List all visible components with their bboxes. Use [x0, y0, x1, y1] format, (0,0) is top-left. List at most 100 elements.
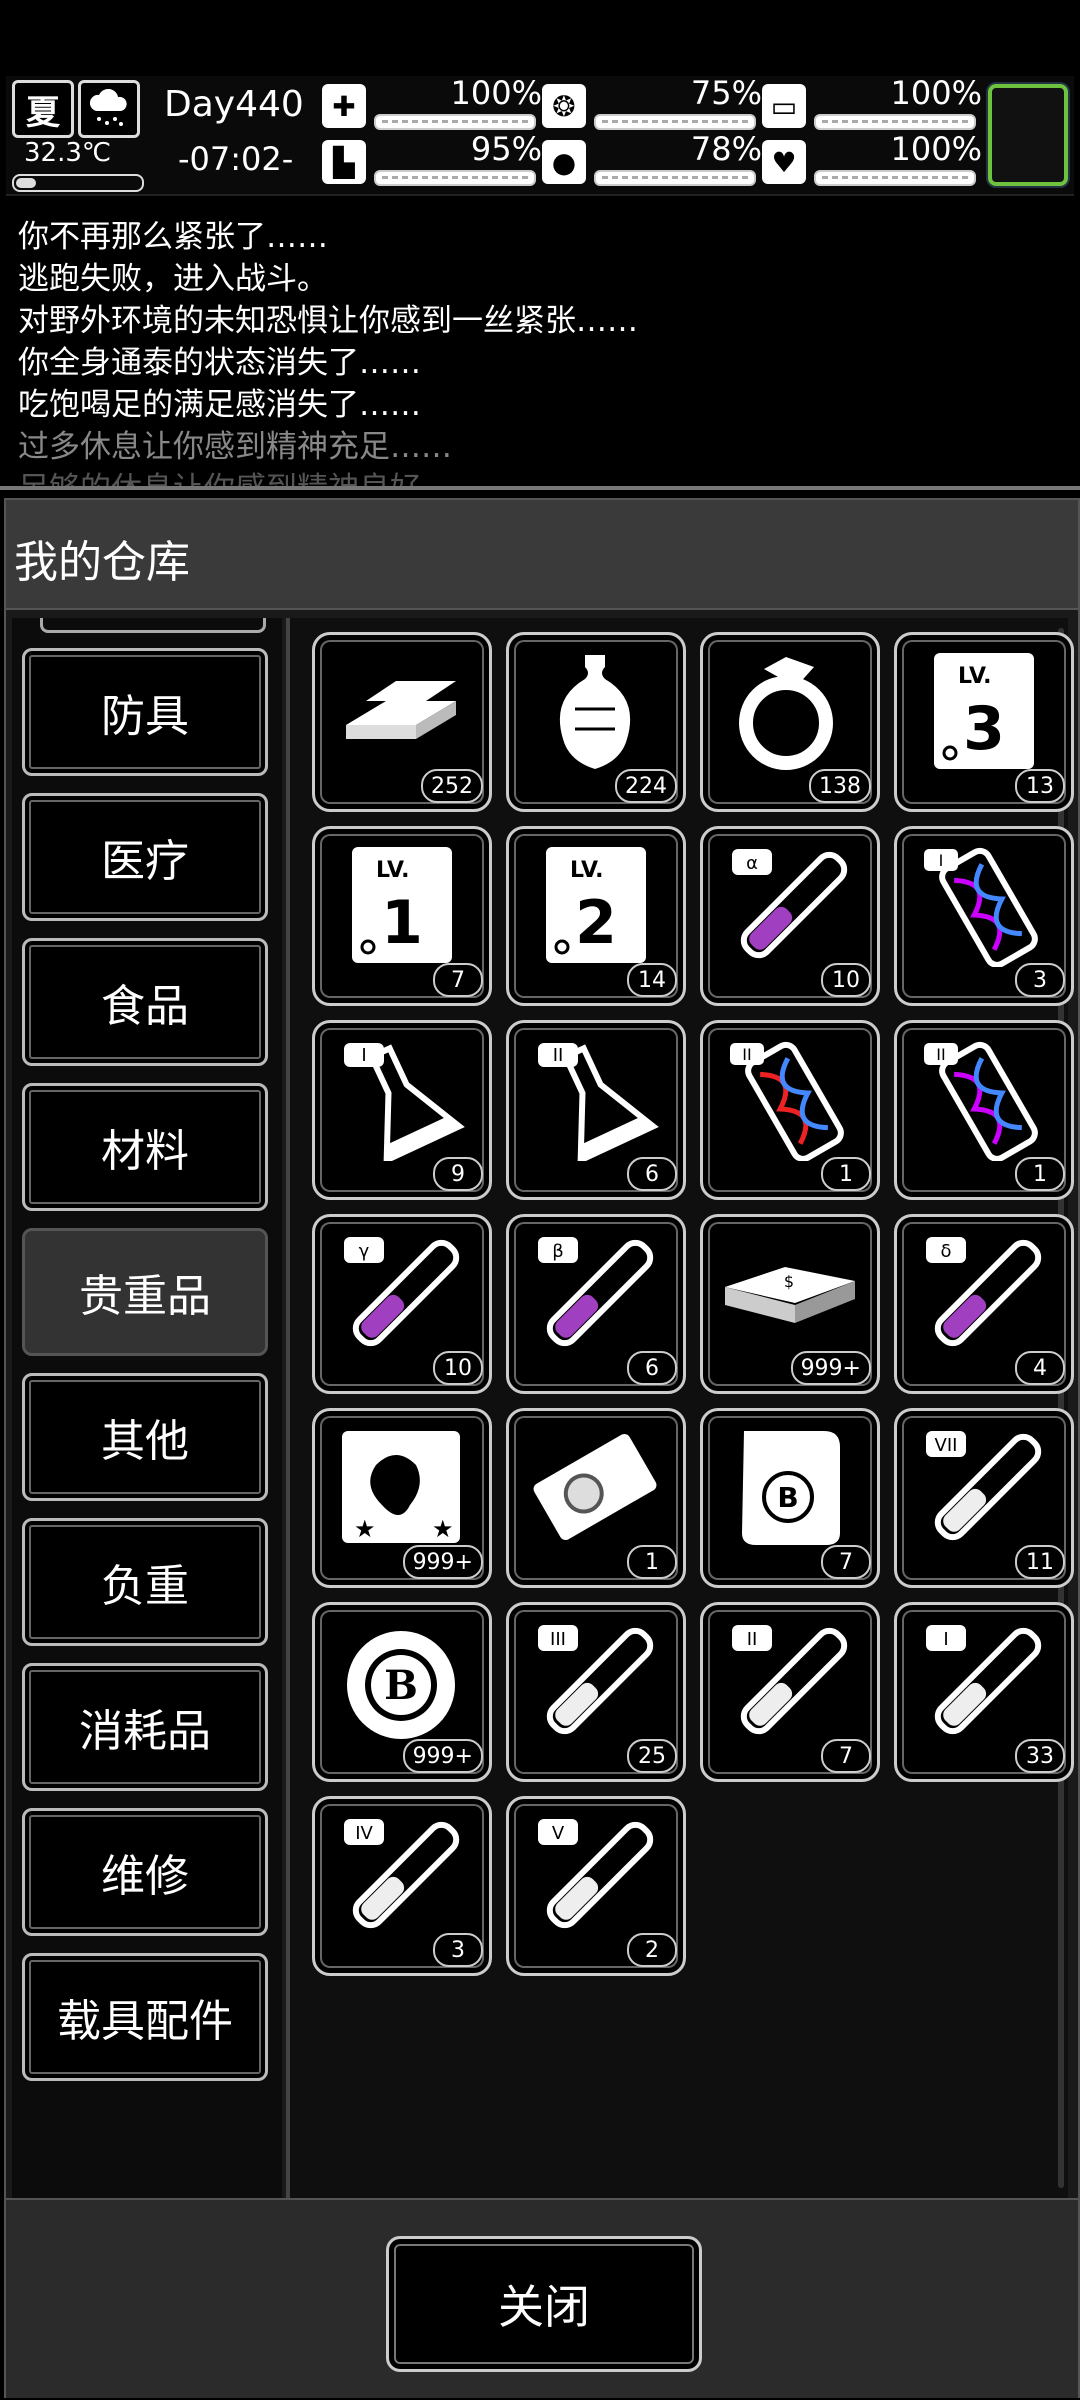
item-slot[interactable]: LV. 1 7 [312, 826, 492, 1006]
item-slot[interactable]: 1 [506, 1408, 686, 1588]
category-consumables[interactable]: 消耗品 [22, 1663, 268, 1791]
log-line: 吃饱喝足的满足感消失了…… [18, 387, 421, 423]
category-other[interactable]: 其他 [22, 1373, 268, 1501]
item-count: 1 [821, 1157, 871, 1191]
test-tube-3-icon: III [525, 1619, 665, 1743]
item-count: 1 [1015, 1157, 1065, 1191]
bitcoin-scroll-icon: B [719, 1425, 859, 1549]
category-list[interactable]: 防具 医疗 食品 材料 贵重品 其他 负重 消耗品 维修 载具配件 [12, 618, 282, 2198]
event-log[interactable]: 你不再那么紧张了…… 逃跑失败，进入战斗。 对野外环境的未知恐惧让你感到一丝紧张… [0, 196, 1080, 490]
flask-2-icon: II [525, 1037, 665, 1161]
log-line: 逃跑失败，进入战斗。 [18, 261, 328, 297]
category-vehicle-parts[interactable]: 载具配件 [22, 1953, 268, 2081]
close-button[interactable]: 关闭 [386, 2236, 702, 2372]
svg-text:★: ★ [354, 1515, 376, 1543]
test-tube-beta-icon: β [525, 1231, 665, 1355]
item-label: δ [940, 1241, 951, 1262]
thirst-bar [594, 170, 756, 186]
svg-text:LV.: LV. [376, 858, 410, 883]
item-slot[interactable]: V 2 [506, 1796, 686, 1976]
temperature-readout: 32.3℃ [24, 138, 112, 168]
mood-stat: ♥ 100% [762, 130, 982, 188]
item-label: V [552, 1823, 565, 1844]
item-count: 6 [627, 1351, 677, 1385]
item-slot[interactable]: δ 4 [894, 1214, 1074, 1394]
thirst-stat: ● 78% [542, 130, 762, 188]
svg-text:B: B [777, 1481, 798, 1514]
item-slot[interactable]: IV 3 [312, 1796, 492, 1976]
item-count: 3 [433, 1933, 483, 1967]
item-label: β [552, 1241, 564, 1262]
item-count: 11 [1015, 1545, 1065, 1579]
item-slot[interactable]: II 6 [506, 1020, 686, 1200]
category-armor[interactable]: 防具 [22, 648, 268, 776]
portrait-ticket-icon [525, 1425, 665, 1549]
category-carry[interactable]: 负重 [22, 1518, 268, 1646]
log-line: 过多休息让你感到精神充足…… [18, 429, 452, 465]
test-tube-7-icon: VII [913, 1425, 1053, 1549]
test-tube-4-icon: IV [331, 1813, 471, 1937]
category-food[interactable]: 食品 [22, 938, 268, 1066]
item-slot[interactable]: B 999+ [312, 1602, 492, 1782]
skill-book-lv3-icon: LV. 3 [913, 649, 1053, 773]
item-slot[interactable]: α 10 [700, 826, 880, 1006]
item-slot[interactable]: I 9 [312, 1020, 492, 1200]
item-slot[interactable]: β 6 [506, 1214, 686, 1394]
gene-capsule-2-icon: II [913, 1037, 1053, 1161]
item-count: 7 [821, 1739, 871, 1773]
energy-stat: ▭ 100% [762, 74, 982, 132]
item-count: 999+ [402, 1739, 483, 1773]
item-slot[interactable]: $999+ [700, 1214, 880, 1394]
category-medical[interactable]: 医疗 [22, 793, 268, 921]
medkit-icon: ✚ [322, 84, 366, 128]
player-status-panel: 夏 32.3℃ Day440 -07:02- ✚ 100% ❂ 75% ▭ 10… [6, 74, 1074, 196]
item-count: 3 [1015, 963, 1065, 997]
item-count: 13 [1015, 769, 1065, 803]
energy-percent: 100% [890, 74, 982, 112]
svg-text:$: $ [784, 1272, 794, 1291]
item-slot[interactable]: II 7 [700, 1602, 880, 1782]
category-valuables[interactable]: 贵重品 [22, 1228, 268, 1356]
category-button-partial[interactable] [40, 618, 266, 633]
thirst-percent: 78% [690, 130, 762, 168]
stamina-stat: ▙ 95% [322, 130, 542, 188]
game-clock: -07:02- [178, 140, 294, 178]
item-count: 999+ [402, 1545, 483, 1579]
item-slot[interactable]: LV. 3 13 [894, 632, 1074, 812]
boot-icon: ▙ [322, 140, 366, 184]
item-slot[interactable]: LV. 2 14 [506, 826, 686, 1006]
item-count: 25 [627, 1739, 677, 1773]
svg-text:LV.: LV. [570, 858, 604, 883]
item-slot[interactable]: I 3 [894, 826, 1074, 1006]
svg-text:I: I [361, 1045, 366, 1066]
item-slot[interactable]: 138 [700, 632, 880, 812]
item-slot[interactable]: 224 [506, 632, 686, 812]
item-slot[interactable]: ★ ★ 999+ [312, 1408, 492, 1588]
log-line: 你全身通泰的状态消失了…… [18, 345, 421, 381]
item-slot[interactable]: 252 [312, 632, 492, 812]
cash-stack-icon: $ [719, 1231, 859, 1355]
flask-1-icon: I [331, 1037, 471, 1161]
item-label: γ [359, 1241, 370, 1262]
item-count: 2 [627, 1933, 677, 1967]
svg-text:I: I [939, 851, 944, 870]
item-label: I [943, 1629, 948, 1650]
item-slot[interactable]: III 25 [506, 1602, 686, 1782]
item-slot[interactable]: I 33 [894, 1602, 1074, 1782]
item-grid[interactable]: 252 224 138 LV. 3 13 LV. 1 7 LV. 2 14 α 10… [286, 618, 1074, 2202]
item-slot[interactable]: II 1 [894, 1020, 1074, 1200]
diamond-ring-icon [719, 649, 859, 773]
category-repair[interactable]: 维修 [22, 1808, 268, 1936]
stamina-bar [374, 170, 536, 186]
item-slot[interactable]: II 1 [700, 1020, 880, 1200]
heart-icon: ♥ [762, 140, 806, 184]
item-slot[interactable]: γ 10 [312, 1214, 492, 1394]
item-count: 33 [1015, 1739, 1065, 1773]
category-materials[interactable]: 材料 [22, 1083, 268, 1211]
item-slot[interactable]: VII 11 [894, 1408, 1074, 1588]
item-slot[interactable]: B7 [700, 1408, 880, 1588]
vase-icon [525, 649, 665, 773]
item-label: VII [935, 1435, 958, 1456]
equipment-slot[interactable] [988, 84, 1068, 186]
season-badge: 夏 [12, 80, 74, 138]
